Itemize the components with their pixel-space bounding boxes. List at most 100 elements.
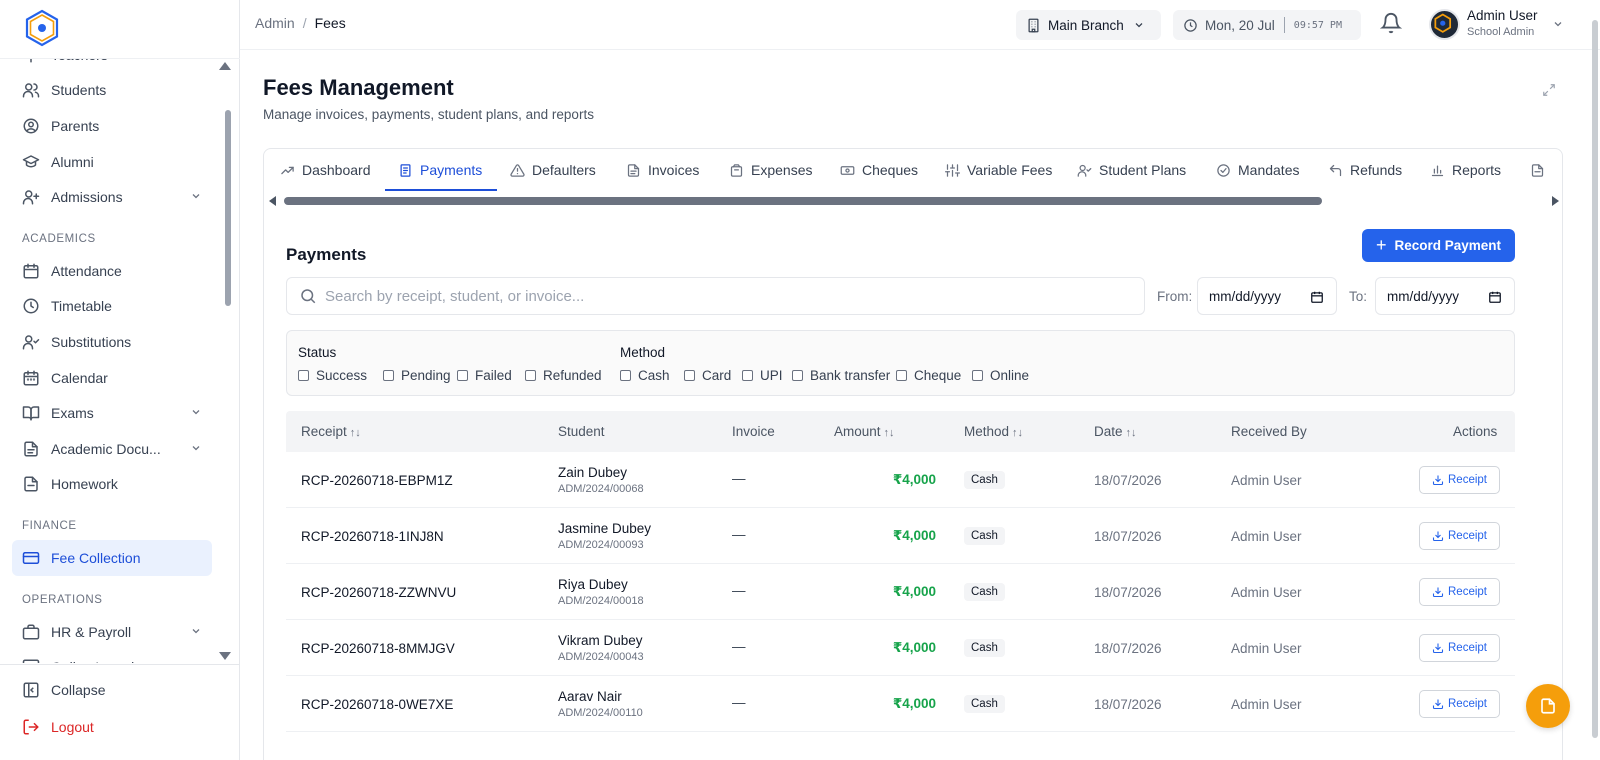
tab-dashboard[interactable]: Dashboard (280, 149, 371, 191)
sidebar-scroll-down[interactable] (219, 652, 231, 660)
col-student: Student (558, 424, 605, 439)
bell-icon[interactable] (1380, 12, 1402, 34)
checkbox[interactable] (525, 370, 536, 381)
expand-icon[interactable] (1542, 83, 1556, 97)
status-filter-success[interactable]: Success (298, 368, 367, 383)
status-filter-pending[interactable]: Pending (383, 368, 451, 383)
sidebar-item-admissions[interactable]: Admissions (0, 179, 220, 215)
checkbox[interactable] (972, 370, 983, 381)
download-receipt-button[interactable]: Receipt (1419, 690, 1500, 718)
scroll-left-arrow[interactable] (269, 196, 276, 206)
sidebar-item-parents[interactable]: Parents (0, 108, 220, 144)
chevron-down-icon[interactable] (1552, 18, 1564, 30)
sidebar-item-calendar[interactable]: Calendar (0, 360, 220, 396)
method-filter-cheque[interactable]: Cheque (896, 368, 961, 383)
tab-invoices[interactable]: Invoices (626, 149, 699, 191)
method-filter-bank-transfer[interactable]: Bank transfer (792, 368, 890, 383)
breadcrumb-root[interactable]: Admin (255, 15, 295, 31)
user-name[interactable]: Admin User (1467, 8, 1538, 23)
tab-reports[interactable]: Reports (1430, 149, 1501, 191)
table-row[interactable]: RCP-20260718-EBPM1Z Zain Dubey ADM/2024/00… (286, 452, 1515, 508)
col-receipt[interactable]: Receipt ↑↓ (301, 424, 361, 439)
checkbox[interactable] (684, 370, 695, 381)
tabs-scrollbar-thumb[interactable] (284, 197, 1322, 205)
sidebar-scroll-up[interactable] (219, 62, 231, 70)
chevron-down-icon[interactable] (190, 190, 202, 202)
table-row[interactable]: RCP-20260718-1INJ8N Jasmine Dubey ADM/2024… (286, 508, 1515, 564)
sidebar-item-attendance[interactable]: Attendance (0, 253, 220, 289)
sidebar-item-academic-docu[interactable]: Academic Docu... (0, 431, 220, 467)
table-row[interactable]: RCP-20260718-ZZWNVU Riya Dubey ADM/2024/00… (286, 564, 1515, 620)
branch-selector[interactable]: Main Branch (1016, 10, 1161, 40)
sidebar-nav[interactable]: Teachers Students Parents Alumni Admissions A… (0, 58, 240, 663)
tab-cheques[interactable]: Cheques (840, 149, 918, 191)
record-payment-button[interactable]: + Record Payment (1362, 229, 1515, 262)
tab-student-plans[interactable]: Student Plans (1077, 149, 1186, 191)
page-scrollbar-thumb[interactable] (1592, 20, 1598, 738)
school-logo[interactable] (24, 9, 60, 47)
page-scrollbar[interactable] (1590, 0, 1600, 760)
sidebar-item-fee-collection[interactable]: Fee Collection (12, 540, 212, 576)
tab-expenses[interactable]: Expenses (729, 149, 812, 191)
sidebar-item-timetable[interactable]: Timetable (0, 289, 220, 325)
sidebar-item-label: Fee Collection (51, 549, 141, 566)
sidebar-item-online-learning[interactable]: Online Learning (0, 649, 220, 663)
checkbox[interactable] (298, 370, 309, 381)
floating-action-button[interactable] (1526, 684, 1570, 728)
logout-button[interactable]: Logout (0, 708, 239, 745)
sidebar-item-homework[interactable]: Homework (0, 467, 220, 503)
checkbox[interactable] (742, 370, 753, 381)
download-receipt-button[interactable]: Receipt (1419, 578, 1500, 606)
chevron-down-icon[interactable] (190, 406, 202, 418)
amount: ₹4,000 (892, 472, 936, 487)
tab-payments[interactable]: Payments (398, 149, 482, 191)
method-badge: Cash (964, 527, 1005, 545)
sidebar-item-exams[interactable]: Exams (0, 395, 220, 431)
chevron-down-icon[interactable] (190, 442, 202, 454)
method-filter-online[interactable]: Online (972, 368, 1029, 383)
download-receipt-button[interactable]: Receipt (1419, 634, 1500, 662)
sidebar-scrollbar[interactable] (225, 110, 231, 306)
tab-refunds[interactable]: Refunds (1328, 149, 1402, 191)
sidebar-item-substitutions[interactable]: Substitutions (0, 324, 220, 360)
tab-defaulters[interactable]: Defaulters (510, 149, 596, 191)
checkbox[interactable] (896, 370, 907, 381)
search-box[interactable] (286, 277, 1145, 315)
checkbox[interactable] (457, 370, 468, 381)
scroll-right-arrow[interactable] (1552, 196, 1559, 206)
from-date-input[interactable]: mm/dd/yyyy (1197, 277, 1337, 315)
status-filter-refunded[interactable]: Refunded (525, 368, 602, 383)
table-row[interactable]: RCP-20260718-8MMJGV Vikram Dubey ADM/2024/… (286, 620, 1515, 676)
tab-variable-fees[interactable]: Variable Fees (945, 149, 1052, 191)
to-date-input[interactable]: mm/dd/yyyy (1375, 277, 1515, 315)
tab-label: Cheques (862, 162, 919, 178)
sidebar-item-alumni[interactable]: Alumni (0, 144, 220, 180)
checkbox[interactable] (383, 370, 394, 381)
checkbox-label: Refunded (543, 368, 602, 383)
col-method[interactable]: Method ↑↓ (964, 424, 1023, 439)
tab-overflow[interactable] (1530, 149, 1552, 191)
method-filter-upi[interactable]: UPI (742, 368, 783, 383)
method-filter-card[interactable]: Card (684, 368, 731, 383)
col-date[interactable]: Date ↑↓ (1094, 424, 1137, 439)
panel-left-icon (22, 681, 40, 699)
tab-mandates[interactable]: Mandates (1216, 149, 1299, 191)
avatar[interactable] (1429, 9, 1460, 40)
chevron-down-icon[interactable] (190, 625, 202, 637)
calendar-icon[interactable] (1310, 290, 1324, 304)
collapse-button[interactable]: Collapse (0, 671, 239, 708)
sidebar-item-students[interactable]: Students (0, 73, 220, 109)
checkbox[interactable] (620, 370, 631, 381)
sidebar-item-teachers[interactable]: Teachers (0, 59, 220, 73)
method-filter-cash[interactable]: Cash (620, 368, 670, 383)
sidebar-item-hr-payroll[interactable]: HR & Payroll (0, 614, 220, 650)
checkbox[interactable] (792, 370, 803, 381)
tabs-scrollbar[interactable] (264, 193, 1562, 207)
table-row[interactable]: RCP-20260718-0WE7XE Aarav Nair ADM/2024/00… (286, 676, 1515, 732)
status-filter-failed[interactable]: Failed (457, 368, 512, 383)
calendar-icon[interactable] (1488, 290, 1502, 304)
search-input[interactable] (325, 287, 1105, 305)
col-amount[interactable]: Amount ↑↓ (834, 424, 895, 439)
download-receipt-button[interactable]: Receipt (1419, 466, 1500, 494)
download-receipt-button[interactable]: Receipt (1419, 522, 1500, 550)
